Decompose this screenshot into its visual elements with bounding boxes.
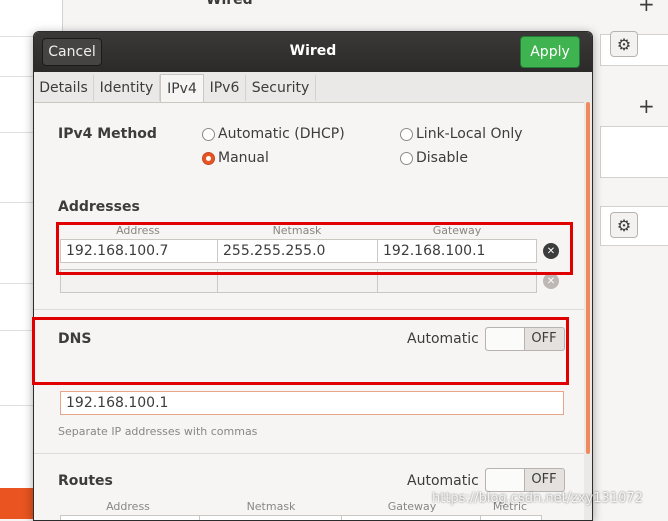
- address-field[interactable]: 192.168.100.7: [60, 239, 218, 263]
- ipv4-page: IPv4 Method Automatic (DHCP) Link-Local …: [34, 103, 584, 520]
- radio-link-local-only[interactable]: [400, 128, 413, 141]
- routes-automatic-label: Automatic: [407, 473, 479, 489]
- address-column-header: Address: [116, 224, 160, 237]
- dns-label: DNS: [58, 331, 92, 347]
- section-divider: [34, 453, 584, 454]
- toggle-state-label: OFF: [531, 472, 557, 487]
- radio-disable-label[interactable]: Disable: [416, 150, 468, 166]
- tab-ipv6[interactable]: IPv6: [204, 75, 246, 101]
- routes-label: Routes: [58, 473, 113, 489]
- delete-address-icon[interactable]: ✕: [543, 243, 559, 259]
- route-gateway-field[interactable]: [341, 515, 481, 520]
- radio-link-local-only-label[interactable]: Link-Local Only: [416, 126, 523, 142]
- toggle-state-label: OFF: [531, 331, 557, 346]
- toggle-knob: [486, 469, 525, 491]
- routes-automatic-toggle[interactable]: OFF: [485, 468, 565, 492]
- dns-automatic-toggle[interactable]: OFF: [485, 327, 565, 351]
- apply-button[interactable]: Apply: [520, 36, 580, 68]
- tab-details[interactable]: Details: [34, 75, 94, 101]
- dialog-title: Wired: [289, 43, 337, 59]
- address-field-empty[interactable]: [60, 269, 218, 293]
- dns-field[interactable]: 192.168.100.1: [60, 391, 564, 415]
- watermark: https://blog.csdn.net/zxy131072: [432, 491, 643, 506]
- gateway-field[interactable]: 192.168.100.1: [377, 239, 537, 263]
- ipv4-method-label: IPv4 Method: [58, 126, 157, 142]
- netmask-field-empty[interactable]: [217, 269, 378, 293]
- radio-manual-label[interactable]: Manual: [218, 150, 269, 166]
- gear-icon[interactable]: ⚙: [610, 212, 638, 238]
- delete-address-icon: ✕: [543, 273, 559, 289]
- wired-settings-dialog: Cancel Wired Apply Details Identity IPv4…: [33, 31, 593, 521]
- netmask-column-header: Netmask: [272, 224, 322, 237]
- dns-hint: Separate IP addresses with commas: [58, 425, 258, 438]
- toggle-knob: [486, 328, 525, 350]
- dns-automatic-label: Automatic: [407, 331, 479, 347]
- background-card: [600, 126, 668, 178]
- add-icon[interactable]: +: [638, 0, 655, 14]
- route-netmask-column-header: Netmask: [246, 500, 296, 513]
- background-section-title: Wired: [206, 0, 253, 8]
- tab-ipv4[interactable]: IPv4: [160, 74, 204, 102]
- gear-icon[interactable]: ⚙: [610, 31, 638, 57]
- route-address-field[interactable]: [60, 515, 200, 520]
- netmask-field[interactable]: 255.255.255.0: [217, 239, 378, 263]
- dialog-headerbar: Cancel Wired Apply: [34, 32, 592, 72]
- gateway-column-header: Gateway: [432, 224, 482, 237]
- route-metric-field[interactable]: [480, 515, 542, 520]
- dialog-tabs: Details Identity IPv4 IPv6 Security: [34, 72, 592, 103]
- tab-identity[interactable]: Identity: [94, 75, 160, 101]
- route-address-column-header: Address: [106, 500, 150, 513]
- route-netmask-field[interactable]: [199, 515, 342, 520]
- radio-automatic-dhcp-label[interactable]: Automatic (DHCP): [218, 126, 345, 142]
- add-icon[interactable]: +: [638, 96, 655, 116]
- radio-automatic-dhcp[interactable]: [202, 128, 215, 141]
- radio-manual[interactable]: [202, 152, 215, 165]
- radio-disable[interactable]: [400, 152, 413, 165]
- section-divider: [34, 309, 584, 310]
- tab-security[interactable]: Security: [246, 75, 316, 101]
- gateway-field-empty[interactable]: [377, 269, 537, 293]
- addresses-label: Addresses: [58, 199, 140, 215]
- scrollbar-thumb[interactable]: [586, 102, 590, 454]
